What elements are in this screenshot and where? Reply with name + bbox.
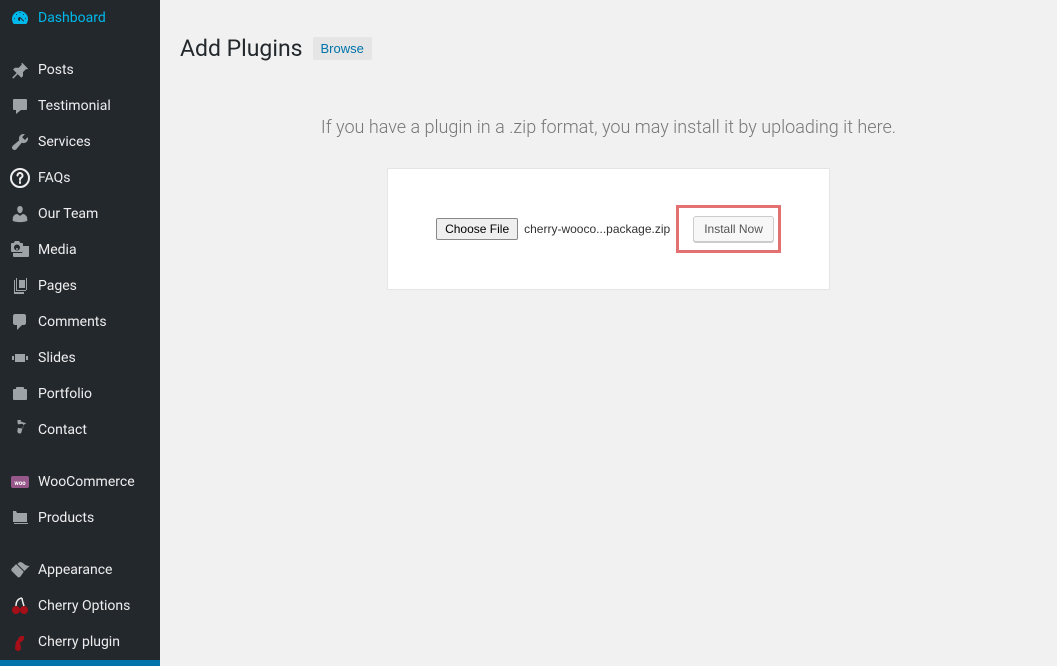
svg-text:woo: woo	[14, 480, 26, 487]
cherry-plugin-icon	[10, 632, 30, 652]
faq-icon	[10, 168, 30, 188]
sidebar-item-label: Services	[38, 134, 91, 150]
page-header: Add Plugins Browse	[180, 35, 1037, 62]
slides-icon	[10, 348, 30, 368]
choose-file-button[interactable]: Choose File	[436, 218, 518, 240]
page-title: Add Plugins	[180, 35, 303, 62]
products-icon	[10, 508, 30, 528]
sidebar-item-plugins[interactable]: Plugins	[0, 660, 160, 666]
testimonial-icon	[10, 96, 30, 116]
sidebar-item-faqs[interactable]: FAQs	[0, 160, 160, 196]
sidebar-item-pages[interactable]: Pages	[0, 268, 160, 304]
sidebar-item-label: Portfolio	[38, 386, 92, 402]
sidebar-item-label: Comments	[38, 314, 107, 330]
woocommerce-icon: woo	[10, 472, 30, 492]
sidebar-item-slides[interactable]: Slides	[0, 340, 160, 376]
sidebar-item-posts[interactable]: Posts	[0, 52, 160, 88]
sidebar-item-comments[interactable]: Comments	[0, 304, 160, 340]
sidebar-item-cherry-options[interactable]: Cherry Options	[0, 588, 160, 624]
selected-filename: cherry-wooco...package.zip	[524, 222, 670, 236]
sidebar-item-label: FAQs	[38, 170, 71, 186]
install-highlight: Install Now	[676, 205, 781, 253]
sidebar-item-label: Our Team	[38, 206, 98, 222]
sidebar-item-label: Cherry plugin	[38, 634, 120, 650]
pin-icon	[10, 60, 30, 80]
portfolio-icon	[10, 384, 30, 404]
services-icon	[10, 132, 30, 152]
sidebar-item-media[interactable]: Media	[0, 232, 160, 268]
upload-form: Choose File cherry-wooco...package.zip I…	[387, 168, 830, 290]
sidebar-item-services[interactable]: Services	[0, 124, 160, 160]
sidebar-item-label: Testimonial	[38, 98, 111, 114]
pages-icon	[10, 276, 30, 296]
sidebar-item-dashboard[interactable]: Dashboard	[0, 0, 160, 36]
sidebar-item-label: Slides	[38, 350, 76, 366]
team-icon	[10, 204, 30, 224]
sidebar-item-portfolio[interactable]: Portfolio	[0, 376, 160, 412]
browse-button[interactable]: Browse	[313, 37, 372, 60]
sidebar-item-label: Cherry Options	[38, 598, 130, 614]
main-content: Add Plugins Browse If you have a plugin …	[160, 0, 1057, 666]
media-icon	[10, 240, 30, 260]
sidebar-item-label: Products	[38, 510, 94, 526]
sidebar-item-cherry-plugin[interactable]: Cherry plugin	[0, 624, 160, 660]
sidebar-item-label: Media	[38, 242, 77, 258]
comments-icon	[10, 312, 30, 332]
dashboard-icon	[10, 8, 30, 28]
sidebar-item-contact[interactable]: Contact	[0, 412, 160, 448]
sidebar-item-woocommerce[interactable]: woo WooCommerce	[0, 464, 160, 500]
contact-icon	[10, 420, 30, 440]
upload-instruction: If you have a plugin in a .zip format, y…	[180, 117, 1037, 138]
sidebar-item-testimonial[interactable]: Testimonial	[0, 88, 160, 124]
sidebar-item-products[interactable]: Products	[0, 500, 160, 536]
sidebar-item-team[interactable]: Our Team	[0, 196, 160, 232]
appearance-icon	[10, 560, 30, 580]
sidebar-item-label: Pages	[38, 278, 77, 294]
admin-sidebar: Dashboard Posts Testimonial Services FAQ…	[0, 0, 160, 666]
cherry-icon	[10, 596, 30, 616]
install-now-button[interactable]: Install Now	[693, 216, 774, 242]
sidebar-item-label: Posts	[38, 62, 74, 78]
sidebar-item-label: Contact	[38, 422, 87, 438]
sidebar-item-label: WooCommerce	[38, 474, 135, 490]
sidebar-item-label: Dashboard	[38, 10, 106, 26]
sidebar-item-appearance[interactable]: Appearance	[0, 552, 160, 588]
sidebar-item-label: Appearance	[38, 562, 112, 578]
